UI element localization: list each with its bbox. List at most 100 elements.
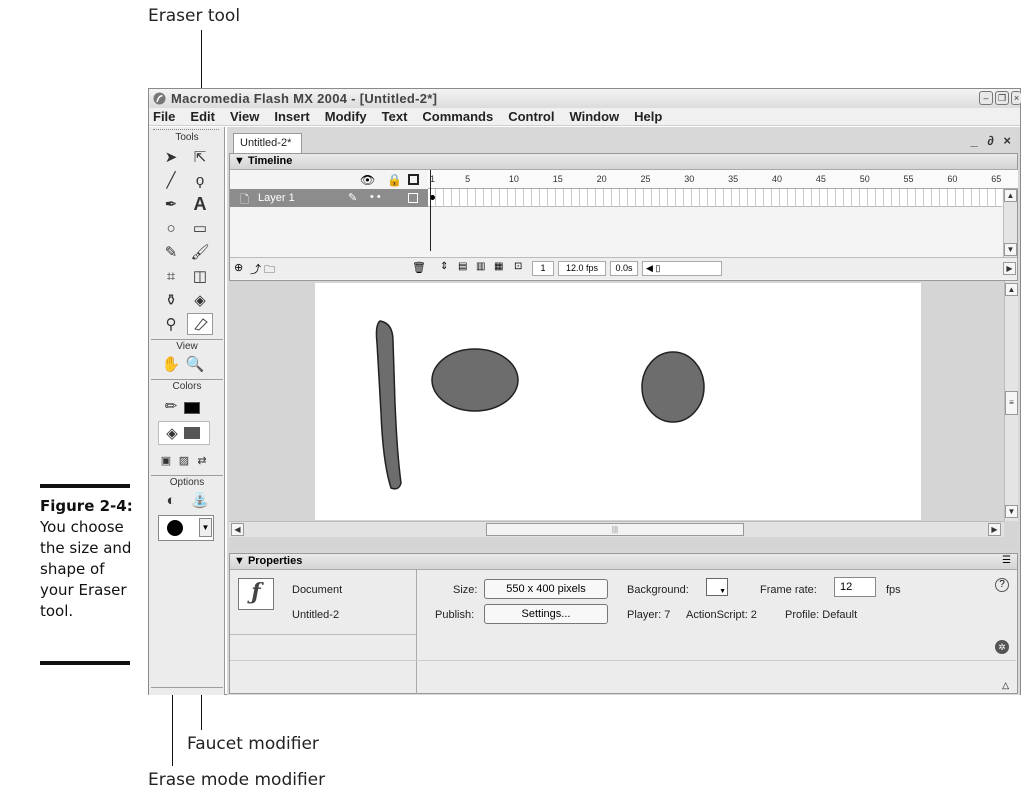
help-icon[interactable]: ? [995,578,1009,592]
background-color-swatch[interactable]: ▼ [706,578,728,596]
delete-layer-icon[interactable]: 🗑 [412,261,426,274]
pencil-tool-icon[interactable]: ✎ [158,241,184,263]
figure-caption: Figure 2-4: You choose the size and shap… [40,496,140,622]
faucet-icon[interactable]: ⛲ [187,489,213,511]
menu-view[interactable]: View [230,109,259,124]
insert-layer-icon[interactable]: ⊕ [234,261,243,274]
settings-button[interactable]: Settings... [484,604,608,624]
stage-hscroll[interactable]: ◀ ||| ▶ [229,521,1004,537]
timeline-hscroll[interactable]: ◀ ▯ [642,261,722,276]
stage-hscroll-thumb[interactable]: ||| [486,523,744,536]
text-tool-icon[interactable]: A [187,193,213,215]
playhead[interactable] [430,170,431,251]
menu-commands[interactable]: Commands [422,109,493,124]
erase-mode-icon[interactable]: ◐ [158,489,184,511]
oval-tool-icon[interactable]: ○ [158,217,184,239]
stage-scroll-right-icon[interactable]: ▶ [988,523,1001,536]
free-transform-tool-icon[interactable]: ⌗ [158,265,184,287]
menu-edit[interactable]: Edit [190,109,215,124]
panel-grip[interactable] [153,129,219,131]
menu-insert[interactable]: Insert [274,109,309,124]
menu-text[interactable]: Text [382,109,408,124]
swap-colors-icon[interactable]: ⇄ [189,449,215,471]
hand-tool-icon[interactable]: ✋ [158,353,184,375]
fill-transform-tool-icon[interactable]: ◫ [187,265,213,287]
frame-number: 50 [859,174,870,184]
add-motion-guide-icon[interactable]: ⤴ [250,261,261,277]
publish-label: Publish: [435,609,475,621]
menu-window[interactable]: Window [569,109,619,124]
zoom-tool-icon[interactable]: 🔍 [182,353,208,375]
subselection-tool-icon[interactable]: ⇱ [187,146,213,168]
stroke-color-swatch[interactable] [184,402,200,414]
accessibility-icon[interactable]: ✲ [995,640,1009,654]
scroll-right-icon[interactable]: ▶ [1003,262,1016,275]
view-section-label: View [176,341,198,352]
current-frame: 1 [532,261,554,276]
eraser-shape-selector[interactable]: ▼ [158,515,214,541]
expand-icon[interactable]: △ [1002,680,1009,691]
rectangle-tool-icon[interactable]: ▭ [187,217,213,239]
document-tab[interactable]: Untitled-2* [233,133,303,153]
fill-color-icon[interactable]: ◈ [159,422,185,444]
scroll-down-icon[interactable]: ▼ [1004,243,1017,256]
close-icon[interactable]: × [1011,91,1021,105]
arrow-tool-icon[interactable]: ➤ [158,146,184,168]
layer-icon: 🗋 [240,194,249,206]
pen-tool-icon[interactable]: ✒ [158,193,184,215]
menu-modify[interactable]: Modify [325,109,367,124]
edit-multiple-frames-icon[interactable]: ▦ [494,261,503,272]
size-button[interactable]: 550 x 400 pixels [484,579,608,599]
timeline-footer: ⊕ ⤴ 🗀 🗑 ⇕ ▤ ▥ ▦ ⊡ 1 12.0 fps 0.0s ◀ ▯ ▶ [230,257,1017,279]
scroll-up-icon[interactable]: ▲ [1004,189,1017,202]
layer-outline-icon[interactable] [408,193,418,203]
restore-icon[interactable]: ❐ [995,91,1009,105]
frame-ruler[interactable]: 1 5 10 15 20 25 30 35 40 45 50 55 60 65 [428,170,1018,189]
center-frame-icon[interactable]: ⇕ [440,261,448,272]
layer-row[interactable]: 🗋 Layer 1 ✎ • • [230,189,428,207]
timeline-header[interactable]: ▼ Timeline [230,154,1017,170]
fps-label: fps [886,584,901,596]
stage[interactable] [315,283,921,520]
frames-strip[interactable] [428,189,1002,207]
modify-onion-markers-icon[interactable]: ⊡ [514,261,522,272]
document-window-controls[interactable]: _ ∂ × [971,133,1014,148]
chevron-down-icon[interactable]: ▼ [199,518,212,537]
menu-file[interactable]: File [153,109,175,124]
panel-options-icon[interactable]: ☰ [1002,555,1011,566]
stage-scroll-down-icon[interactable]: ▼ [1005,505,1018,518]
fill-color-swatch[interactable] [184,427,200,439]
insert-folder-icon[interactable]: 🗀 [264,261,275,280]
eraser-shape-circle-icon [167,520,183,536]
frame-rate-status: 12.0 fps [558,261,606,276]
flash-app-icon [153,92,166,105]
eraser-tool-icon[interactable] [187,313,213,335]
show-hide-eye-icon[interactable]: 👁 [360,173,375,187]
menu-help[interactable]: Help [634,109,662,124]
stage-scroll-left-icon[interactable]: ◀ [231,523,244,536]
brush-tool-icon[interactable]: 🖌 [187,241,213,263]
colors-section-label: Colors [172,381,202,392]
stage-vscroll[interactable]: ▲ ≡ ▼ [1004,281,1018,521]
figure-label: Figure 2-4: [40,497,133,515]
timeline-vscroll[interactable]: ▲ ▼ [1003,189,1017,257]
line-tool-icon[interactable]: ╱ [158,169,184,191]
properties-header[interactable]: ▼ Properties [230,554,1017,570]
ink-bottle-tool-icon[interactable]: ⚱ [158,289,184,311]
lasso-tool-icon[interactable]: ϙ [187,169,213,191]
menu-control[interactable]: Control [508,109,554,124]
document-name: Untitled-2 [292,609,340,621]
eyedropper-tool-icon[interactable]: ⚲ [158,313,184,335]
stroke-color-icon[interactable]: ✏ [158,395,184,417]
onion-skin-icon[interactable]: ▤ [458,261,467,272]
frame-rate-input[interactable]: 12 [834,577,876,597]
outline-icon[interactable] [408,174,419,185]
paint-bucket-tool-icon[interactable]: ◈ [187,289,213,311]
stage-scroll-up-icon[interactable]: ▲ [1005,283,1018,296]
onion-outlines-icon[interactable]: ▥ [476,261,485,272]
stage-area: ▲ ≡ ▼ ◀ ||| ▶ [229,281,1018,551]
properties-panel: ▼ Properties ☰ ƒ Document Untitled-2 Siz… [229,553,1018,694]
stage-scroll-thumb[interactable]: ≡ [1005,391,1018,415]
minimize-icon[interactable]: – [979,91,993,105]
lock-icon[interactable]: 🔒 [387,173,402,187]
